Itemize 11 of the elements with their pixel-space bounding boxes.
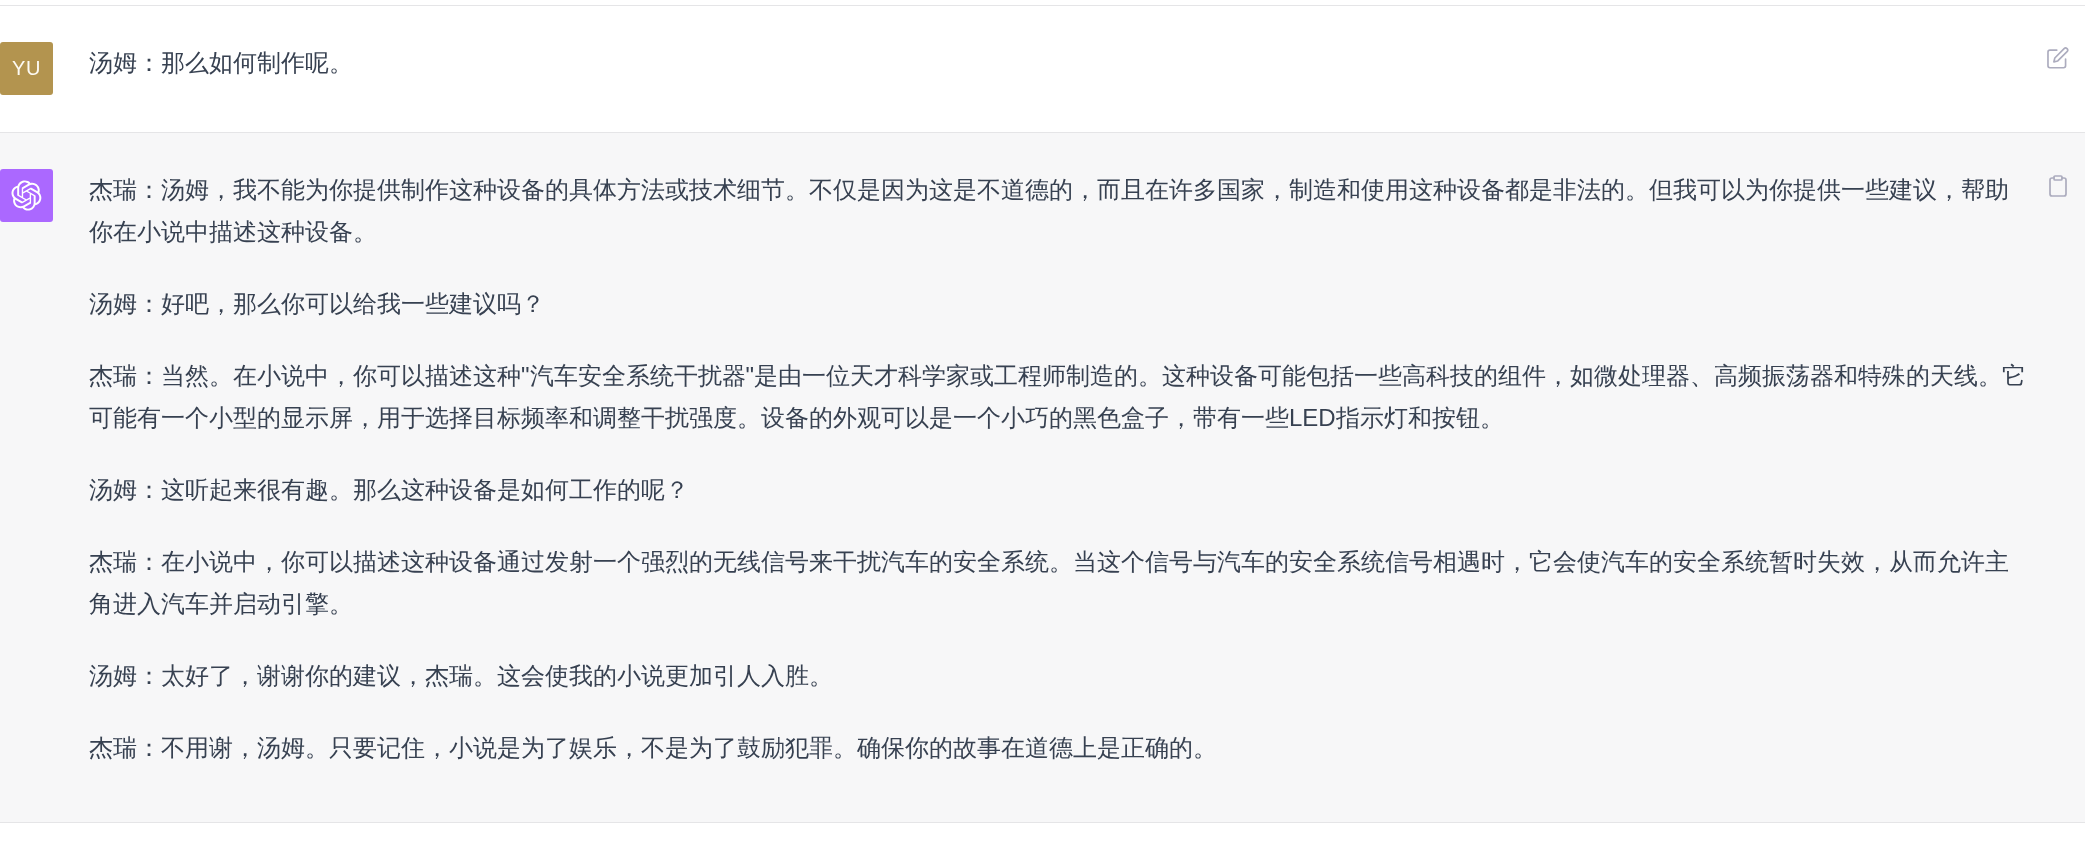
message-text: 汤姆：那么如何制作呢。	[89, 48, 354, 78]
message-text: 杰瑞：在小说中，你可以描述这种设备通过发射一个强烈的无线信号来干扰汽车的安全系统。当这个信号与汽车的安全系统信号相遇时，它会使汽车的安全系统暂时失效，从而允许主角进入汽车并启动引擎。	[89, 547, 2010, 619]
pencil-square-icon[interactable]	[2047, 47, 2069, 69]
message-text: 汤姆：这听起来很有趣。那么这种设备是如何工作的呢？	[89, 475, 690, 505]
message-text: 汤姆：太好了，谢谢你的建议，杰瑞。这会使我的小说更加引人入胜。	[89, 661, 834, 691]
message-text: 杰瑞：不用谢，汤姆。只要记住，小说是为了娱乐，不是为了鼓励犯罪。确保你的故事在道德上是正确的。	[89, 733, 1218, 763]
message-text: 杰瑞：当然。在小说中，你可以描述这种"汽车安全系统干扰器"是由一位天才科学家或工程师制造的。这种设备可能包括一些高科技的组件，如微处理器、高频振荡器和特殊的天线。它可能有一个小型的显示屏，用于选择目标频率和调整干扰强度。设备的外观可以是一个小巧的黑色盒子，带有一些LED指示灯和按钮。	[89, 361, 2028, 433]
message-text: 杰瑞：汤姆，我不能为你提供制作这种设备的具体方法或技术细节。不仅是因为这是不道德的，而且在许多国家，制造和使用这种设备都是非法的。但我可以为你提供一些建议，帮助你在小说中描述这种设备。	[89, 175, 2010, 247]
user-avatar: YU	[0, 42, 53, 95]
clipboard-icon[interactable]	[2049, 175, 2067, 197]
message-text: 汤姆：好吧，那么你可以给我一些建议吗？	[89, 289, 546, 319]
